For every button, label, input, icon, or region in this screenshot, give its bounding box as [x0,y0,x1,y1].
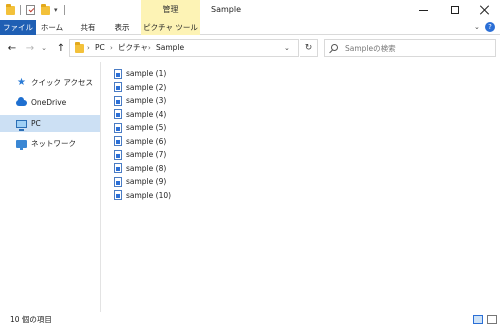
large-icons-view-icon[interactable] [487,315,497,324]
list-item[interactable]: sample (6) [114,135,194,148]
item-count: 10 個の項目 [10,315,52,324]
title-bar: ▾ 管理 Sample [0,0,500,20]
cloud-icon [16,96,27,108]
maximize-icon [451,6,459,14]
sidebar-item-network[interactable]: ネットワーク [0,135,100,152]
breadcrumb-separator[interactable]: › [110,40,113,56]
list-item[interactable]: sample (1) [114,67,194,80]
close-icon [480,5,490,15]
file-name: sample (6) [126,136,167,146]
help-icon[interactable]: ? [485,22,495,32]
file-name: sample (10) [126,190,172,200]
image-file-icon [114,95,122,106]
window-title: Sample [211,5,241,14]
maximize-button[interactable] [440,0,470,20]
search-icon [331,44,338,51]
list-item[interactable]: sample (5) [114,121,194,134]
properties-icon[interactable] [26,4,35,16]
minimize-button[interactable] [408,0,438,20]
tab-picture-tools[interactable]: ピクチャ ツール [141,20,200,35]
file-name: sample (5) [126,123,167,132]
image-file-icon [114,190,122,200]
address-bar[interactable]: › PC › ピクチャ › Sample ⌄ [69,39,299,57]
file-name: sample (7) [126,150,167,159]
breadcrumb-pictures[interactable]: ピクチャ [118,40,148,56]
image-file-icon [114,149,122,160]
refresh-button[interactable]: ↻ [300,39,318,57]
breadcrumb-pc[interactable]: PC [95,40,105,56]
sidebar-item-quick-access[interactable]: ★ クイック アクセス [0,74,100,91]
address-dropdown-icon[interactable]: ⌄ [284,40,290,56]
list-item[interactable]: sample (10) [114,189,194,202]
back-arrow-icon[interactable]: ← [6,41,18,55]
customize-quick-access-icon[interactable]: ▾ [54,4,58,16]
tab-share[interactable]: 共有 [76,20,100,35]
toolbar-divider [20,5,21,15]
sidebar-item-label: PC [31,119,41,128]
image-file-icon [114,176,122,187]
star-icon: ★ [17,76,26,88]
computer-icon [16,119,27,131]
breadcrumb-separator[interactable]: › [148,40,151,56]
search-box[interactable] [324,39,496,57]
image-file-icon [114,122,122,133]
up-arrow-icon[interactable]: ↑ [55,41,67,55]
sidebar-item-pc[interactable]: PC [0,115,100,132]
refresh-icon: ↻ [304,43,313,53]
new-folder-icon[interactable] [41,3,50,16]
image-file-icon [114,136,122,146]
navigation-pane: ★ クイック アクセス OneDrive PC ネットワーク [0,62,101,312]
sidebar-item-onedrive[interactable]: OneDrive [0,94,100,111]
file-name: sample (8) [126,163,167,173]
tab-home[interactable]: ホーム [37,20,67,35]
close-button[interactable] [470,0,500,20]
tab-file[interactable]: ファイル [0,20,36,35]
file-name: sample (9) [126,177,167,186]
contextual-group-label: 管理 [141,0,200,20]
file-name: sample (4) [126,109,167,119]
expand-ribbon-icon[interactable]: ⌄ [474,23,480,31]
search-input[interactable] [345,40,493,56]
image-file-icon [114,82,122,92]
minimize-icon [418,9,428,11]
ribbon-tab-bar: ファイル ホーム 共有 表示 ピクチャ ツール ⌄ ? [0,20,500,35]
list-item[interactable]: sample (3) [114,94,194,107]
image-file-icon [114,109,122,119]
address-folder-icon [75,42,84,55]
list-item[interactable]: sample (8) [114,162,194,175]
forward-arrow-icon[interactable]: → [24,41,36,55]
file-name: sample (3) [126,96,167,105]
list-item[interactable]: sample (4) [114,108,194,121]
sidebar-item-label: OneDrive [31,98,67,107]
list-item[interactable]: sample (2) [114,81,194,94]
recent-locations-icon[interactable]: ⌄ [38,41,50,55]
network-icon [16,139,27,150]
details-view-icon[interactable] [473,315,483,324]
tab-view[interactable]: 表示 [110,20,134,35]
folder-icon[interactable] [6,3,15,16]
list-item[interactable]: sample (9) [114,175,194,188]
sidebar-item-label: クイック アクセス [31,78,94,87]
sidebar-item-label: ネットワーク [31,139,76,148]
status-bar: 10 個の項目 [0,312,500,328]
image-file-icon [114,68,122,79]
file-name: sample (1) [126,69,167,78]
toolbar-divider [64,5,65,15]
image-file-icon [114,163,122,173]
navigation-bar: ← → ⌄ ↑ › PC › ピクチャ › Sample ⌄ ↻ [0,35,500,62]
list-item[interactable]: sample (7) [114,148,194,161]
breadcrumb-separator: › [87,44,90,52]
breadcrumb-sample[interactable]: Sample [156,40,184,56]
file-name: sample (2) [126,82,167,92]
